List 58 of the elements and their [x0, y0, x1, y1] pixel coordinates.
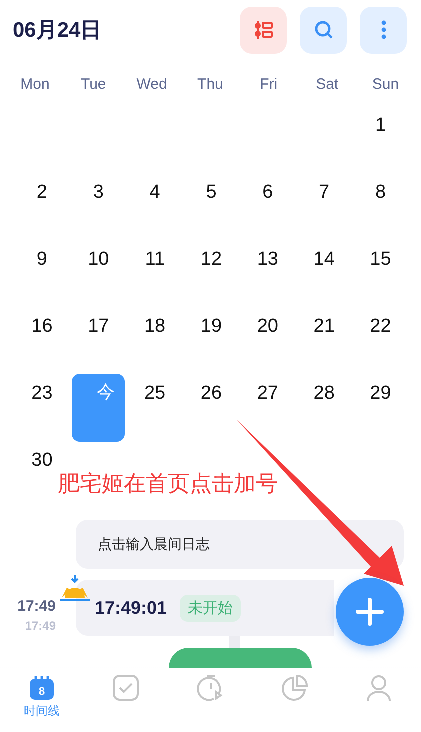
entry-card[interactable]: 17:49:01 未开始: [76, 580, 334, 636]
pie-chart-icon: [280, 674, 309, 702]
weekday-label: Wed: [136, 76, 168, 92]
day-number[interactable]: 18: [144, 312, 166, 342]
day-number[interactable]: 2: [36, 178, 48, 208]
annotation-text: 肥宅姬在首页点击加号: [58, 470, 278, 498]
search-button[interactable]: [300, 6, 347, 54]
day-number[interactable]: 12: [200, 245, 222, 275]
day-number[interactable]: 17: [88, 312, 110, 342]
start-button[interactable]: [169, 648, 312, 668]
journal-input[interactable]: 点击输入晨间日志: [76, 520, 404, 569]
day-number[interactable]: 11: [145, 245, 165, 275]
day-number[interactable]: 13: [257, 245, 278, 275]
day-number[interactable]: 14: [314, 245, 335, 275]
day-number[interactable]: 9: [36, 245, 48, 275]
more-button[interactable]: [360, 6, 407, 54]
person-icon: [364, 674, 393, 702]
date-title: 06月24日: [13, 18, 102, 44]
day-number[interactable]: 7: [319, 178, 330, 208]
day-number[interactable]: 3: [93, 178, 104, 208]
day-number[interactable]: 28: [314, 379, 335, 409]
day-number[interactable]: 16: [32, 312, 53, 342]
plus-icon: [355, 597, 385, 627]
day-number[interactable]: 5: [206, 178, 217, 208]
sunrise-icon: [59, 574, 91, 604]
day-number[interactable]: 10: [88, 245, 110, 275]
day-number[interactable]: 30: [32, 446, 53, 476]
status-tag: 未开始: [180, 594, 242, 622]
list-icon: [252, 19, 274, 41]
weekday-label: Sun: [371, 76, 400, 92]
weekday-label: Fri: [259, 76, 279, 92]
day-number[interactable]: 6: [262, 178, 274, 208]
timeline-connector: [229, 636, 240, 648]
layout-button[interactable]: [240, 6, 287, 54]
day-number[interactable]: 26: [200, 379, 222, 409]
time-label: 17:49: [18, 598, 56, 615]
day-number[interactable]: 22: [370, 312, 392, 342]
day-number[interactable]: 29: [370, 379, 392, 409]
weekday-label: Thu: [196, 76, 224, 92]
entry-time: 17:49:01: [95, 598, 168, 618]
weekday-label: Mon: [20, 76, 51, 92]
checkbox-icon: [112, 674, 140, 702]
day-number[interactable]: 27: [257, 379, 278, 409]
search-icon: [312, 19, 334, 41]
more-icon: [380, 19, 386, 41]
day-number[interactable]: 4: [150, 178, 160, 208]
day-number[interactable]: 21: [314, 312, 335, 342]
day-number[interactable]: 1: [376, 111, 386, 141]
weekday-label: Tue: [80, 76, 108, 92]
day-number[interactable]: 20: [257, 312, 278, 342]
day-number[interactable]: 25: [144, 379, 166, 409]
day-number[interactable]: 19: [200, 312, 222, 342]
stopwatch-icon: [196, 674, 224, 702]
day-number[interactable]: 15: [370, 245, 392, 275]
time-sublabel: 17:49: [25, 619, 56, 633]
day-number[interactable]: 23: [32, 379, 53, 409]
weekday-label: Sat: [315, 76, 340, 92]
day-number[interactable]: 8: [375, 178, 386, 208]
